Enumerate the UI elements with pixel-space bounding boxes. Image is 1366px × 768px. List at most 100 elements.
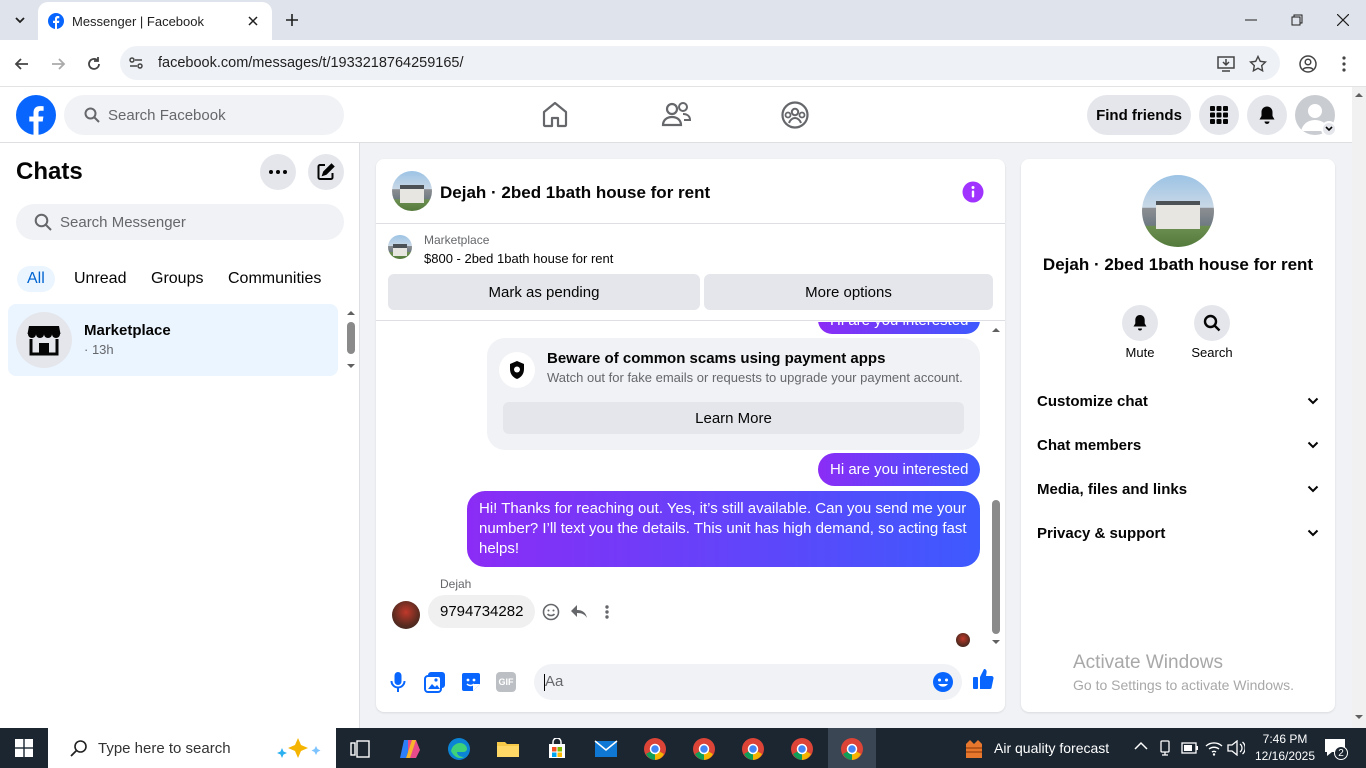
customize-chat-label: Customize chat	[1037, 392, 1148, 410]
browser-menu-icon[interactable]	[1330, 50, 1358, 78]
scam-warning-title: Beware of common scams using payment app…	[547, 350, 886, 367]
customize-chat-row[interactable]: Customize chat	[1037, 383, 1319, 419]
mail-icon[interactable]	[586, 732, 626, 766]
learn-more-button[interactable]: Learn More	[503, 402, 964, 434]
more-options-icon[interactable]	[260, 154, 296, 190]
search-icon	[34, 213, 52, 231]
message-input-placeholder: Aa	[545, 673, 564, 690]
thumbs-up-icon[interactable]	[972, 667, 994, 691]
message-input[interactable]: Aa	[534, 664, 962, 700]
back-icon[interactable]	[8, 50, 36, 78]
edge-browser-icon[interactable]	[439, 732, 479, 766]
scam-warning-body: Watch out for fake emails or requests to…	[547, 370, 963, 385]
facebook-search-input[interactable]: Search Facebook	[64, 95, 344, 135]
chrome-profile-icon[interactable]	[635, 732, 675, 766]
facebook-logo-icon[interactable]	[16, 95, 56, 135]
react-emoji-icon[interactable]	[542, 603, 560, 621]
groups-icon[interactable]	[780, 100, 810, 130]
close-window-icon[interactable]	[1320, 0, 1366, 40]
mark-as-pending-button[interactable]: Mark as pending	[388, 274, 700, 310]
chat-members-row[interactable]: Chat members	[1037, 427, 1319, 463]
account-chevron-down-icon[interactable]	[1321, 121, 1337, 137]
chrome-profile-icon[interactable]	[782, 732, 822, 766]
install-app-icon[interactable]	[1212, 50, 1240, 78]
thread-scrollbar[interactable]	[989, 322, 1003, 654]
listing-avatar[interactable]	[392, 171, 432, 211]
task-view-icon[interactable]	[340, 732, 380, 766]
tray-device-icon[interactable]	[1158, 740, 1172, 756]
chrome-profile-icon[interactable]	[684, 732, 724, 766]
search-icon[interactable]	[1194, 305, 1230, 341]
new-message-icon[interactable]	[308, 154, 344, 190]
filter-groups[interactable]: Groups	[151, 266, 203, 292]
mute-label[interactable]: Mute	[1120, 345, 1160, 360]
clock[interactable]: 7:46 PM 12/16/2025	[1252, 731, 1318, 765]
restore-icon[interactable]	[1274, 0, 1320, 40]
privacy-support-row[interactable]: Privacy & support	[1037, 515, 1319, 551]
scam-warning-card: Beware of common scams using payment app…	[487, 338, 980, 450]
page-scrollbar[interactable]	[1352, 87, 1366, 728]
listing-profile-picture[interactable]	[1142, 175, 1214, 247]
close-tab-icon[interactable]	[244, 12, 262, 30]
filter-unread[interactable]: Unread	[74, 266, 126, 292]
chrome-profile-icon[interactable]	[733, 732, 773, 766]
minimize-icon[interactable]	[1228, 0, 1274, 40]
reply-icon[interactable]	[570, 604, 588, 620]
new-tab-icon[interactable]	[280, 8, 304, 32]
tab-search-dropdown-icon[interactable]	[6, 6, 34, 34]
microphone-icon[interactable]	[390, 671, 406, 693]
message-bubble-incoming[interactable]: 9794734282	[428, 595, 536, 628]
friends-icon[interactable]	[660, 100, 692, 128]
url-text: facebook.com/messages/t/1933218764259165…	[158, 55, 464, 71]
menu-grid-icon[interactable]	[1199, 95, 1239, 135]
message-bubble-outgoing[interactable]: Hi are you interested	[818, 453, 981, 486]
microsoft-store-icon[interactable]	[537, 732, 577, 766]
conversation-info-icon[interactable]	[962, 181, 984, 203]
air-quality-icon[interactable]	[962, 736, 986, 760]
site-settings-icon[interactable]	[128, 55, 144, 71]
notifications-bell-icon[interactable]	[1247, 95, 1287, 135]
sender-name: Dejah	[440, 577, 472, 591]
filter-all[interactable]: All	[17, 266, 55, 292]
messenger-search-input[interactable]: Search Messenger	[16, 204, 344, 240]
sticker-icon[interactable]	[460, 671, 482, 693]
sender-avatar[interactable]	[392, 601, 420, 629]
find-friends-button[interactable]: Find friends	[1087, 95, 1191, 135]
conversation-title[interactable]: Dejah · 2bed 1bath house for rent	[440, 183, 710, 203]
listing-thumbnail[interactable]	[388, 235, 412, 259]
filter-communities[interactable]: Communities	[228, 266, 321, 292]
facebook-favicon-icon	[48, 13, 64, 29]
gif-icon[interactable]: GIF	[496, 672, 516, 692]
message-bubble-outgoing[interactable]: Hi are you interested	[818, 322, 981, 334]
weather-text[interactable]: Air quality forecast	[994, 740, 1109, 756]
activate-windows-subtitle: Go to Settings to activate Windows.	[1073, 677, 1294, 693]
emoji-icon[interactable]	[932, 671, 954, 693]
chat-list-scrollbar[interactable]	[344, 308, 358, 372]
message-bubble-outgoing[interactable]: Hi! Thanks for reaching out. Yes, it’s s…	[467, 491, 980, 567]
message-more-icon[interactable]	[605, 605, 609, 619]
profile-icon[interactable]	[1294, 50, 1322, 78]
privacy-support-label: Privacy & support	[1037, 524, 1166, 542]
browser-tab[interactable]: Messenger | Facebook	[38, 2, 272, 40]
chat-item-marketplace[interactable]: Marketplace · 13h	[8, 304, 338, 376]
taskbar-search-input[interactable]: Type here to search	[48, 728, 336, 768]
system-tray-chevron-up-icon[interactable]	[1134, 741, 1148, 751]
forward-icon[interactable]	[44, 50, 72, 78]
bookmark-star-icon[interactable]	[1244, 50, 1272, 78]
mute-bell-icon[interactable]	[1122, 305, 1158, 341]
more-options-button[interactable]: More options	[704, 274, 993, 310]
address-bar[interactable]: facebook.com/messages/t/1933218764259165…	[120, 46, 1280, 80]
home-icon[interactable]	[540, 100, 570, 128]
windows-start-icon[interactable]	[0, 728, 48, 768]
listing-title[interactable]: $800 - 2bed 1bath house for rent	[424, 251, 613, 266]
search-label[interactable]: Search	[1187, 345, 1237, 360]
wifi-icon[interactable]	[1205, 740, 1223, 756]
reload-icon[interactable]	[80, 50, 108, 78]
media-files-links-row[interactable]: Media, files and links	[1037, 471, 1319, 507]
file-explorer-icon[interactable]	[488, 732, 528, 766]
copilot-icon[interactable]	[390, 732, 430, 766]
chrome-active-icon[interactable]	[832, 732, 872, 766]
volume-icon[interactable]	[1227, 740, 1245, 756]
photo-gallery-icon[interactable]	[424, 671, 446, 693]
battery-icon[interactable]	[1181, 742, 1199, 754]
